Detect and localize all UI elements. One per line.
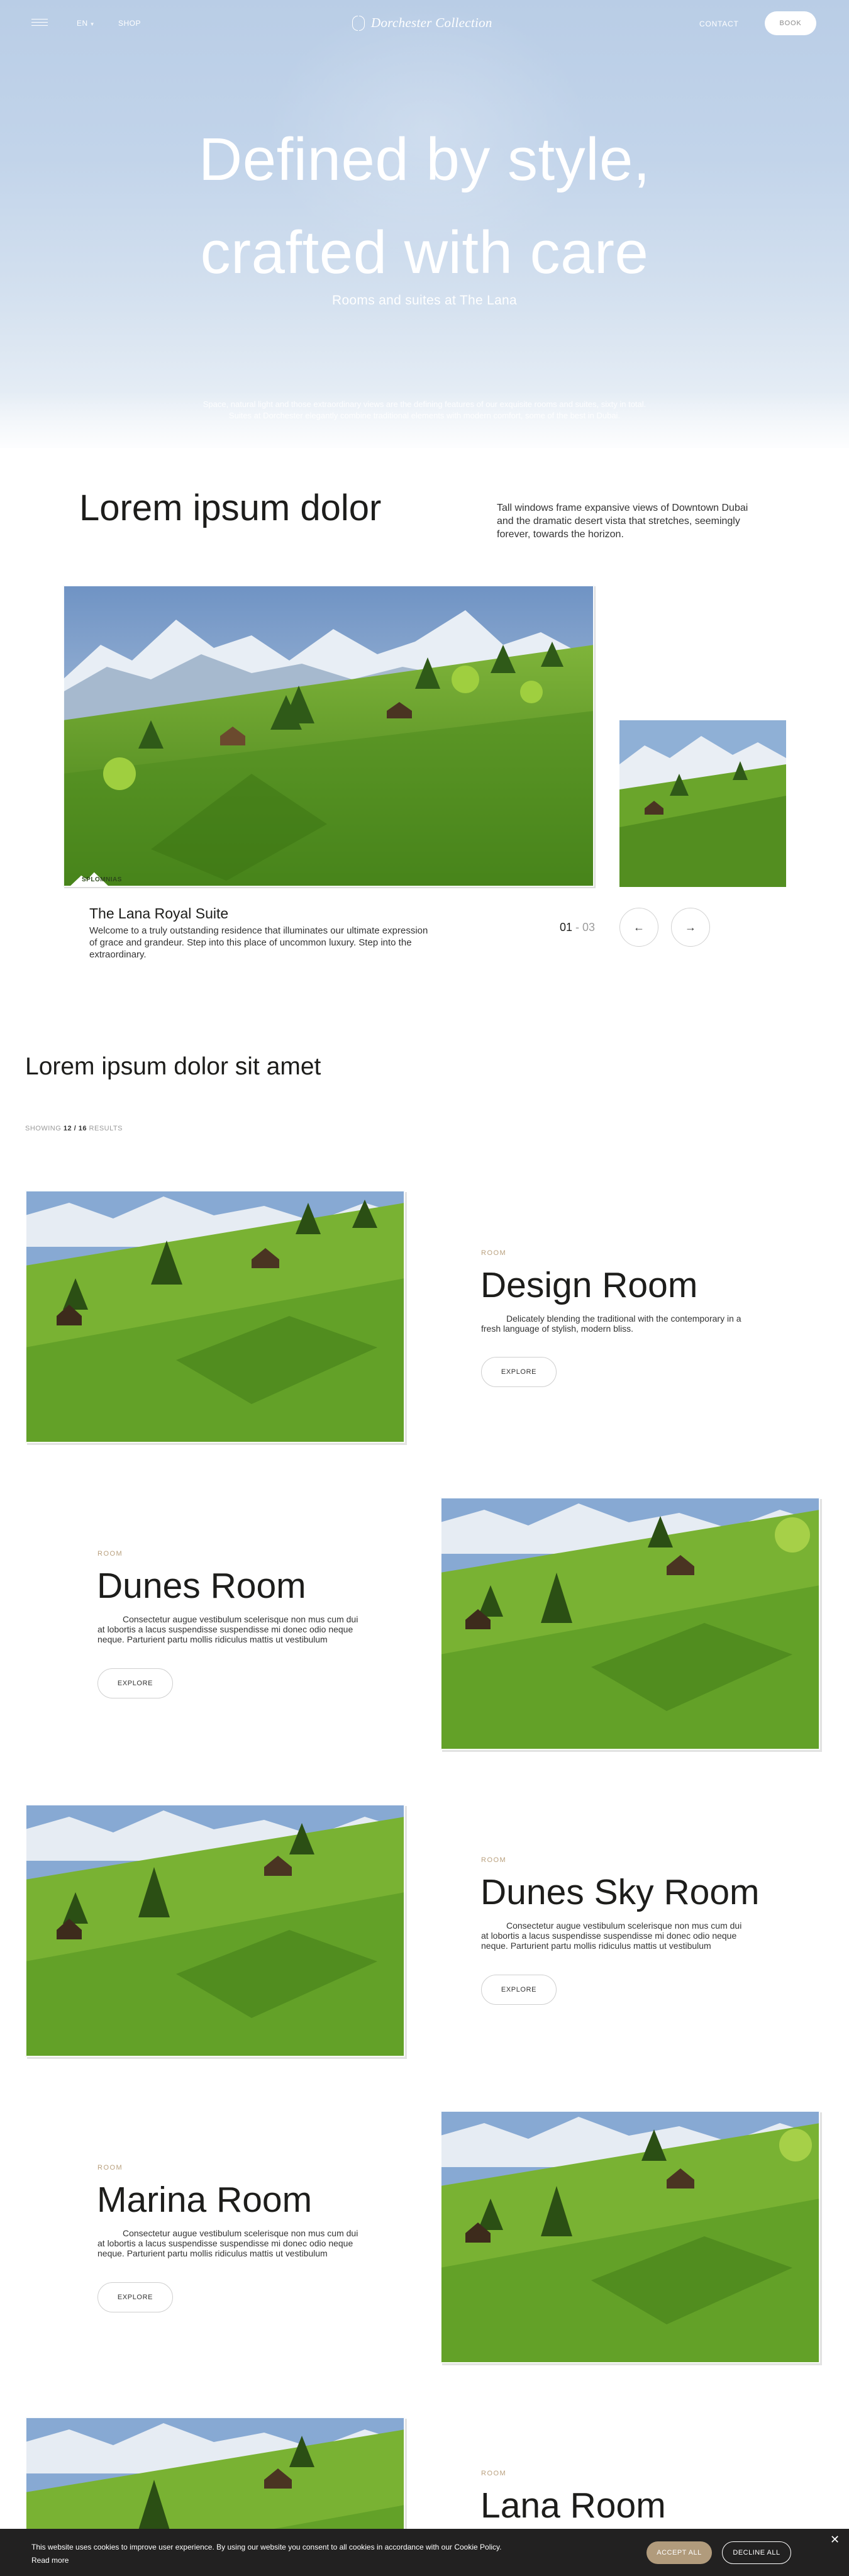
- cookie-message: This website uses cookies to improve use…: [31, 2543, 502, 2551]
- room-description: Consectetur augue vestibulum scelerisque…: [97, 2228, 358, 2258]
- cookie-banner: This website uses cookies to improve use…: [0, 2529, 849, 2576]
- room-name: Design Room: [480, 1265, 698, 1305]
- hero-description-line-2: Suites at Dorchester elegantly combine t…: [228, 411, 621, 420]
- suite-name: The Lana Royal Suite: [89, 905, 229, 922]
- meadow-cabin-image: [25, 1190, 405, 1443]
- hamburger-menu-icon[interactable]: [31, 19, 48, 26]
- arrow-left-icon: ←: [633, 920, 645, 934]
- mountain-landscape-image: [63, 585, 594, 887]
- feature-slide-image[interactable]: SPLOMNIAS: [63, 585, 594, 887]
- suite-description: Welcome to a truly outstanding residence…: [89, 925, 428, 960]
- room-name: Lana Room: [480, 2485, 666, 2526]
- explore-button[interactable]: EXPLORE: [481, 1975, 557, 2005]
- top-navigation: EN ▼ SHOP Dorchester Collection CONTACT B…: [0, 0, 849, 45]
- slide-counter-total: 03: [582, 921, 596, 934]
- watermark-logo: SPLOMNIAS: [69, 862, 121, 887]
- room-category-label: ROOM: [481, 1249, 507, 1257]
- logo-text: Dorchester Collection: [371, 14, 492, 30]
- mountain-landscape-image: [619, 720, 786, 887]
- close-icon[interactable]: ✕: [830, 2534, 840, 2545]
- book-button[interactable]: BOOK: [765, 11, 816, 35]
- hero-section: EN ▼ SHOP Dorchester Collection CONTACT B…: [0, 0, 849, 448]
- contact-link[interactable]: CONTACT: [699, 20, 739, 28]
- language-label: EN: [77, 19, 88, 28]
- hero-description-line-1: Space, natural light and those extraordi…: [203, 399, 646, 409]
- results-suffix: RESULTS: [89, 1125, 123, 1132]
- explore-button[interactable]: EXPLORE: [97, 1668, 173, 1698]
- prev-slide-button[interactable]: ←: [619, 908, 658, 947]
- room-description: Consectetur augue vestibulum scelerisque…: [481, 1921, 742, 1951]
- slide-counter-current: 01: [560, 921, 573, 934]
- room-category-label: ROOM: [97, 2164, 123, 2172]
- intro-text: Tall windows frame expansive views of Do…: [497, 503, 748, 540]
- meadow-cabin-image: [440, 2110, 820, 2363]
- room-image[interactable]: [25, 1804, 405, 2057]
- language-selector[interactable]: EN ▼: [77, 19, 95, 28]
- next-slide-thumbnail[interactable]: [619, 720, 786, 887]
- dorchester-mark-icon: [352, 14, 365, 31]
- room-name: Dunes Room: [97, 1566, 306, 1606]
- watermark-text: SPLOMNIAS: [82, 876, 122, 883]
- hero-description: Space, natural light and those extraordi…: [151, 399, 698, 421]
- explore-button[interactable]: EXPLORE: [481, 1357, 557, 1387]
- room-image[interactable]: [440, 1497, 820, 1750]
- intro-title: Lorem ipsum dolor: [79, 488, 382, 528]
- decline-all-button[interactable]: DECLINE ALL: [722, 2541, 791, 2564]
- explore-button[interactable]: EXPLORE: [97, 2282, 173, 2312]
- hero-title: Defined by style, crafted with care: [0, 113, 849, 299]
- hero-title-line-2: crafted with care: [200, 219, 649, 286]
- hero-title-line-1: Defined by style,: [198, 126, 651, 193]
- next-slide-button[interactable]: →: [671, 908, 710, 947]
- results-number: 12 / 16: [63, 1125, 87, 1132]
- results-count: SHOWING 12 / 16 RESULTS: [25, 1125, 123, 1132]
- slide-counter: 01 - 03: [560, 921, 595, 934]
- room-description: Consectetur augue vestibulum scelerisque…: [97, 1614, 358, 1644]
- accept-all-button[interactable]: ACCEPT ALL: [646, 2541, 712, 2564]
- hero-subtitle: Rooms and suites at The Lana: [331, 293, 518, 308]
- results-prefix: SHOWING: [25, 1125, 62, 1132]
- shop-link[interactable]: SHOP: [118, 19, 141, 28]
- room-name: Marina Room: [97, 2180, 313, 2220]
- room-image[interactable]: [440, 2110, 820, 2363]
- brand-logo[interactable]: Dorchester Collection: [352, 13, 503, 33]
- arrow-right-icon: →: [685, 920, 696, 934]
- meadow-cabin-image: [25, 1804, 405, 2057]
- listing-title: Lorem ipsum dolor sit amet: [25, 1053, 321, 1080]
- room-category-label: ROOM: [97, 1550, 123, 1558]
- room-description: Delicately blending the traditional with…: [481, 1313, 741, 1334]
- cookie-read-more-link[interactable]: Read more: [31, 2556, 69, 2565]
- room-category-label: ROOM: [481, 1856, 507, 1864]
- meadow-cabin-image: [440, 1497, 820, 1750]
- chevron-down-icon: ▼: [89, 21, 96, 27]
- room-name: Dunes Sky Room: [480, 1872, 760, 1912]
- room-category-label: ROOM: [481, 2470, 507, 2477]
- room-image[interactable]: [25, 1190, 405, 1443]
- slide-counter-separator: -: [572, 921, 583, 934]
